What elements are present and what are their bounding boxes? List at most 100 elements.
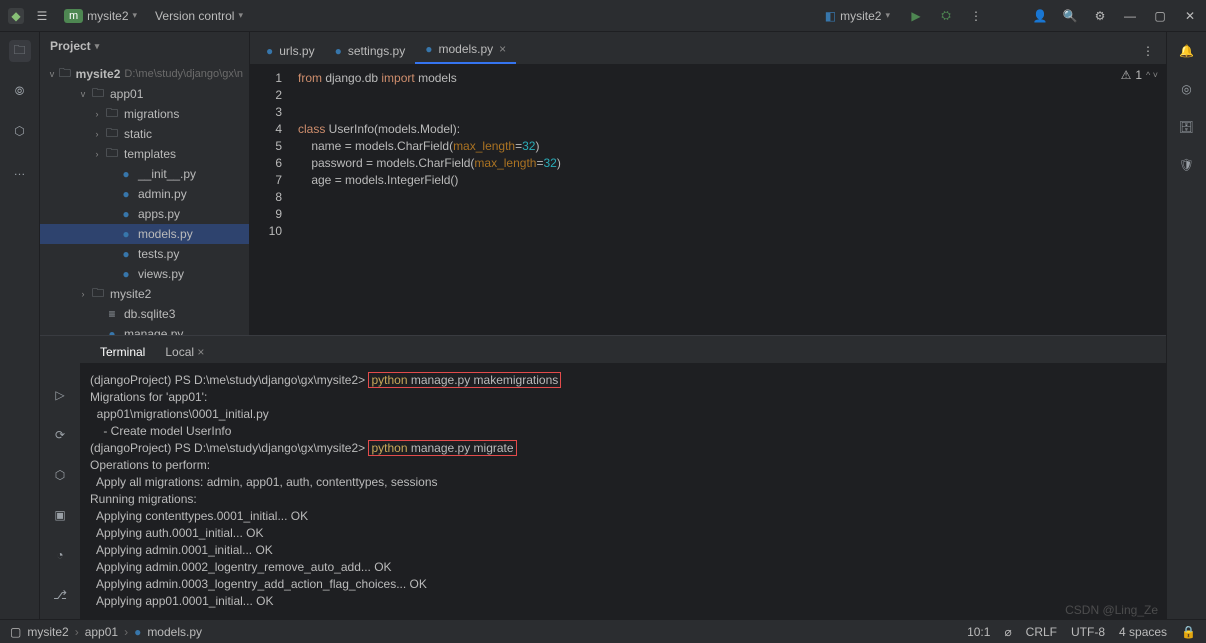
crumb-py-icon: ● [134,625,141,639]
project-header[interactable]: Project ▾ [40,32,249,60]
tree-item[interactable]: ●__init__.py [40,164,249,184]
code-line[interactable]: age = models.IntegerField() [298,172,1166,189]
bottom-iconbar: ▷ ⟳ ⬡ ▣ ◔ ⎇ [40,336,80,619]
left-toolbar: 🗀 ⦾ ⬡ … [0,32,40,619]
tree-item[interactable]: ●models.py [40,224,249,244]
tree-item[interactable]: ●admin.py [40,184,249,204]
terminal-tab-local[interactable]: Local × [155,341,214,363]
user-icon[interactable]: 👤 [1032,8,1048,24]
tree-item[interactable]: ›🗀migrations [40,104,249,124]
code-line[interactable] [298,104,1166,121]
encoding[interactable]: UTF-8 [1071,625,1105,639]
problems-icon[interactable]: ◔ [49,544,71,566]
python-console-icon[interactable]: ⟳ [49,424,71,446]
lock-icon[interactable]: 🔒 [1181,625,1196,639]
terminal-line: app01\migrations\0001_initial.py [90,406,1156,423]
terminal-line: Apply all migrations: admin, app01, auth… [90,474,1156,491]
run-icon[interactable]: ▶ [908,8,924,24]
chevron-up-icon: ^ ˅ [1146,70,1158,80]
editor-tab[interactable]: ●settings.py [325,38,416,64]
code-line[interactable]: from django.db import models [298,70,1166,87]
tree-item[interactable]: ›🗀templates [40,144,249,164]
terminal-output[interactable]: (djangoProject) PS D:\me\study\django\gx… [80,364,1166,619]
warning-count: 1 [1135,68,1142,82]
run-tool-icon[interactable]: ▷ [49,384,71,406]
minimize-icon[interactable]: — [1122,8,1138,24]
tree-item[interactable]: v🗀app01 [40,84,249,104]
ai-icon[interactable]: ◎ [1176,78,1198,100]
crumb-item[interactable]: models.py [147,625,202,639]
tree-item[interactable]: ●tests.py [40,244,249,264]
terminal-line: Applying contenttypes.0001_initial... OK [90,508,1156,525]
terminal-line: (djangoProject) PS D:\me\study\django\gx… [90,372,1156,389]
more-icon[interactable]: ⋮ [968,8,984,24]
services-icon[interactable]: ⬡ [49,464,71,486]
breadcrumb[interactable]: ▢ mysite2 › app01 › ● models.py [10,625,202,639]
crumb-sep: › [124,625,128,639]
maximize-icon[interactable]: ▢ [1152,8,1168,24]
editor-tab[interactable]: ●models.py× [415,36,516,64]
close-icon[interactable]: ✕ [1182,8,1198,24]
vcs-selector[interactable]: Version control ▾ [151,7,247,25]
run-config-icon: ◧ [825,9,836,23]
editor: ●urls.py●settings.py●models.py× ⋮ 1234567… [250,32,1166,335]
project-tool-icon[interactable]: 🗀 [9,40,31,62]
project-header-label: Project [50,39,91,53]
run-config-selector[interactable]: ◧ mysite2 ▾ [821,7,894,25]
code-line[interactable]: password = models.CharField(max_length=3… [298,155,1166,172]
project-tree[interactable]: v🗀mysite2D:\me\study\django\gx\nv🗀app01›… [40,60,249,335]
vcs-tool-icon[interactable]: ⎇ [49,584,71,606]
project-selector[interactable]: m mysite2 ▾ [60,7,141,25]
warning-badge[interactable]: ⚠ 1 ^ ˅ [1121,68,1158,82]
app-logo-icon: ◆ [8,8,24,24]
terminal-line: Applying admin.0001_initial... OK [90,542,1156,559]
close-icon[interactable]: × [499,42,506,56]
shield-icon[interactable]: 🛡 [1176,154,1198,176]
terminal-line: Applying admin.0002_logentry_remove_auto… [90,559,1156,576]
code-area[interactable]: from django.db import models class UserI… [290,64,1166,335]
caret-pos[interactable]: 10:1 [967,625,990,639]
indent[interactable]: 4 spaces [1119,625,1167,639]
project-panel: Project ▾ v🗀mysite2D:\me\study\django\gx… [40,32,250,335]
terminal-tool-icon[interactable]: ▣ [49,504,71,526]
bookmark-tool-icon[interactable]: ⬡ [9,120,31,142]
tree-item[interactable]: ›🗀mysite2 [40,284,249,304]
terminal-line: Operations to perform: [90,457,1156,474]
code-line[interactable] [298,223,1166,240]
crumb-item[interactable]: mysite2 [27,625,68,639]
close-icon[interactable]: × [197,345,204,359]
tree-item[interactable]: ●manage.py [40,324,249,335]
structure-tool-icon[interactable]: ⦾ [9,80,31,102]
notifications-icon[interactable]: 🔔 [1176,40,1198,62]
terminal-tab-main[interactable]: Terminal [90,341,155,363]
terminal-panel: ▷ ⟳ ⬡ ▣ ◔ ⎇ Terminal Local × (djangoProj… [40,335,1166,619]
crumb-item[interactable]: app01 [85,625,118,639]
tree-root[interactable]: v🗀mysite2D:\me\study\django\gx\n [40,64,249,84]
tree-item[interactable]: ›🗀static [40,124,249,144]
tab-more-icon[interactable]: ⋮ [1136,38,1160,64]
code-line[interactable] [298,206,1166,223]
statusbar: ▢ mysite2 › app01 › ● models.py 10:1 ⌀ C… [0,619,1206,643]
code-line[interactable] [298,87,1166,104]
tree-item[interactable]: ●apps.py [40,204,249,224]
crumb-root-icon: ▢ [10,625,21,639]
more-tool-icon[interactable]: … [9,160,31,182]
code-line[interactable]: class UserInfo(models.Model): [298,121,1166,138]
line-sep[interactable]: CRLF [1026,625,1057,639]
code-line[interactable]: name = models.CharField(max_length=32) [298,138,1166,155]
settings-icon[interactable]: ⚙ [1092,8,1108,24]
database-icon[interactable]: 🗄 [1176,116,1198,138]
terminal-line: Running migrations: [90,491,1156,508]
terminal-line: Migrations for 'app01': [90,389,1156,406]
hamburger-icon[interactable]: ☰ [34,8,50,24]
crumb-sep: › [75,625,79,639]
editor-tab[interactable]: ●urls.py [256,38,325,64]
tree-item[interactable]: ≡db.sqlite3 [40,304,249,324]
search-icon[interactable]: 🔍 [1062,8,1078,24]
readonly-icon[interactable]: ⌀ [1004,625,1011,639]
chevron-down-icon: ▾ [238,10,243,21]
tree-item[interactable]: ●views.py [40,264,249,284]
code-line[interactable] [298,189,1166,206]
gutter: 12345678910 [250,64,290,335]
debug-icon[interactable]: ⛭ [938,8,954,24]
